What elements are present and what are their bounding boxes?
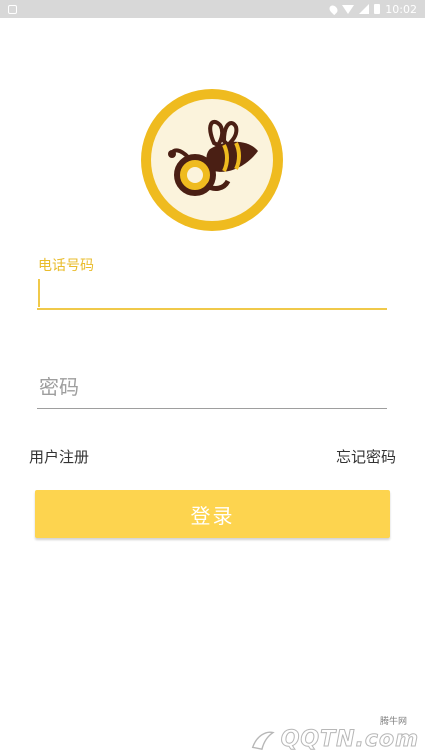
watermark: 腾牛网 QQTN.com [249,712,419,753]
status-right: 10:02 [328,2,417,16]
app-logo [141,89,283,231]
phone-label: 电话号码 [38,258,94,274]
location-icon [328,3,340,15]
login-button[interactable]: 登录 [35,490,390,538]
watermark-small-text: 腾牛网 [379,717,407,727]
watermark-main-text: QQTN.com [280,727,419,753]
signal-icon [359,4,370,14]
logo-face [151,99,273,221]
status-time: 10:02 [385,2,417,16]
forgot-password-link[interactable]: 忘记密码 [336,446,396,467]
phone-input[interactable] [37,277,387,310]
password-input[interactable] [37,369,387,409]
bee-icon [168,119,258,196]
register-link[interactable]: 用户注册 [29,446,89,467]
wifi-icon [342,4,355,14]
notification-icon [8,4,17,14]
text-cursor [38,279,40,307]
battery-icon [374,4,381,14]
watermark-logo-icon [251,731,275,750]
status-left [8,4,17,14]
status-bar: 10:02 [0,0,425,18]
